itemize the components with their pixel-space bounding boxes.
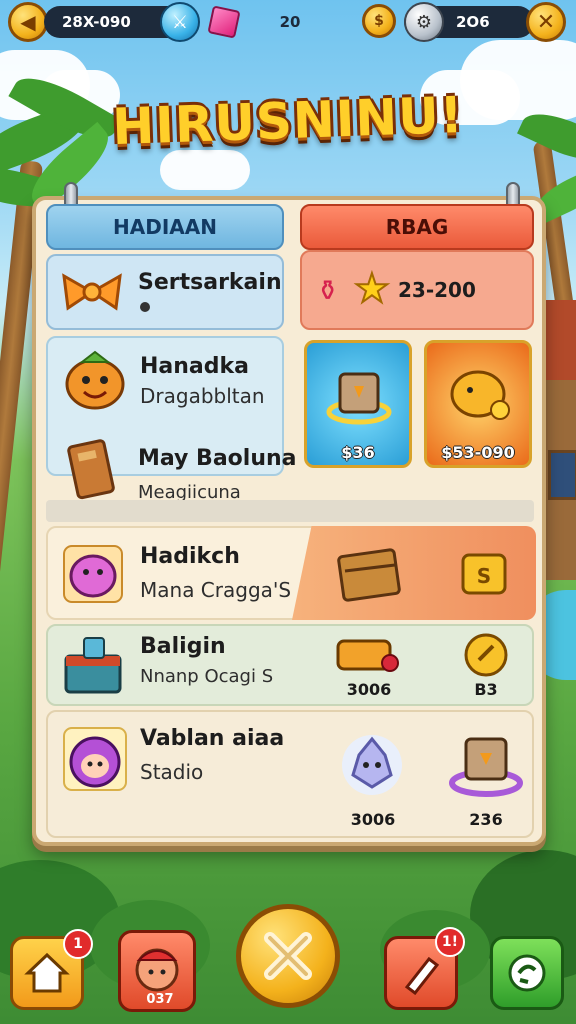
coin-stack-icon bbox=[458, 630, 514, 680]
tab-hadiaan[interactable]: HADIAAN bbox=[46, 204, 284, 250]
row-2-price-a: 3006 bbox=[346, 680, 392, 699]
row-2-name: Baligin bbox=[140, 634, 226, 659]
star-icon: ★ bbox=[353, 265, 391, 313]
row-3-name: Vablan aiaa bbox=[140, 726, 285, 751]
gold-ticket-icon: S bbox=[456, 546, 512, 602]
resource-left-value: 28X-090 bbox=[62, 13, 131, 31]
play-x-icon bbox=[264, 932, 312, 980]
row-2-price-b: B3 bbox=[474, 680, 498, 699]
home-badge: 1 bbox=[63, 929, 93, 959]
arrow-left-icon: ◀ bbox=[20, 10, 36, 34]
potion-icon: ⚱ bbox=[316, 274, 340, 307]
row-item-1[interactable]: Hadikch Mana Cragga'S S bbox=[46, 526, 536, 620]
shop-tile-price-2: $53-090 bbox=[441, 443, 515, 462]
row-item-2[interactable]: Baligin Nnanp Ocagi S 3006 B3 bbox=[46, 624, 534, 706]
row-2-sub: Nnanp Ocagi S bbox=[140, 666, 274, 687]
stars-strip: ⚱ ★ 23-200 bbox=[300, 250, 534, 330]
pink-bear-icon bbox=[58, 540, 128, 608]
divider bbox=[46, 500, 534, 522]
golden-bag-icon bbox=[332, 632, 404, 676]
crate-ring-icon bbox=[444, 724, 528, 804]
row-3-price-b: 236 bbox=[469, 810, 503, 829]
row-1-name: Hadikch bbox=[140, 544, 240, 569]
purple-hero-icon bbox=[58, 722, 132, 796]
gold-coin-icon: $ bbox=[362, 4, 396, 38]
treasure-chest-icon bbox=[336, 542, 402, 608]
featured-item-name: Sertsarkain bbox=[138, 270, 282, 295]
list-item-sub-1: Dragabbltan bbox=[140, 384, 265, 408]
list-item-name-2: May Baoluna bbox=[138, 446, 297, 471]
avatar bbox=[135, 948, 179, 992]
close-icon: ✕ bbox=[536, 9, 556, 35]
featured-item-card[interactable]: Sertsarkain bbox=[46, 254, 284, 330]
shop-tile-fish[interactable]: $53-090 bbox=[424, 340, 532, 468]
pumpkin-character-icon[interactable] bbox=[60, 346, 130, 412]
back-button[interactable]: ◀ bbox=[8, 2, 48, 42]
tab-rbag[interactable]: RBAG bbox=[300, 204, 534, 250]
crate-icon bbox=[321, 357, 397, 433]
row-3-price-a: 3006 bbox=[350, 810, 396, 829]
golden-creature-icon bbox=[441, 357, 517, 433]
pencil-icon bbox=[404, 956, 440, 995]
shop-panel: HADIAAN RBAG Sertsarkain ⚱ ★ 23-200 Hana… bbox=[32, 182, 546, 846]
edit-badge: 1! bbox=[435, 927, 465, 957]
chat-refresh-icon bbox=[508, 954, 546, 992]
shop-tile-crate[interactable]: $36 bbox=[304, 340, 412, 468]
bow-ribbon-icon bbox=[58, 266, 126, 318]
gift-box-icon bbox=[58, 632, 130, 700]
dot-indicator bbox=[140, 302, 150, 312]
home-icon bbox=[24, 952, 70, 993]
edit-button[interactable]: 1! bbox=[384, 927, 465, 1010]
home-button[interactable]: 1 bbox=[10, 929, 93, 1010]
gem-count: 20 bbox=[279, 13, 301, 31]
row-3-sub: Stadio bbox=[140, 760, 204, 784]
wooden-scroll-icon[interactable] bbox=[58, 436, 126, 502]
chat-button[interactable] bbox=[490, 936, 564, 1010]
play-button[interactable] bbox=[236, 904, 340, 1008]
crystal-spirit-icon bbox=[332, 724, 412, 804]
sword-gem-icon[interactable]: ⚔ bbox=[160, 2, 200, 42]
list-item-name-1: Hanadka bbox=[140, 354, 249, 379]
close-button[interactable]: ✕ bbox=[526, 2, 566, 42]
top-bar: ◀ 28X-090 ⚔ 20 $ 2O6 ⚙ ✕ bbox=[0, 0, 576, 44]
profile-label: 037 bbox=[146, 992, 174, 1007]
shop-tile-price-1: $36 bbox=[341, 443, 375, 462]
svg-text:S: S bbox=[477, 564, 491, 588]
row-item-3[interactable]: Vablan aiaa Stadio 3006 236 bbox=[46, 710, 534, 838]
profile-button[interactable]: 037 bbox=[118, 930, 196, 1012]
silver-gear-icon[interactable]: ⚙ bbox=[404, 2, 444, 42]
stars-value: 23-200 bbox=[398, 278, 476, 302]
row-1-sub: Mana Cragga'S bbox=[140, 578, 292, 602]
